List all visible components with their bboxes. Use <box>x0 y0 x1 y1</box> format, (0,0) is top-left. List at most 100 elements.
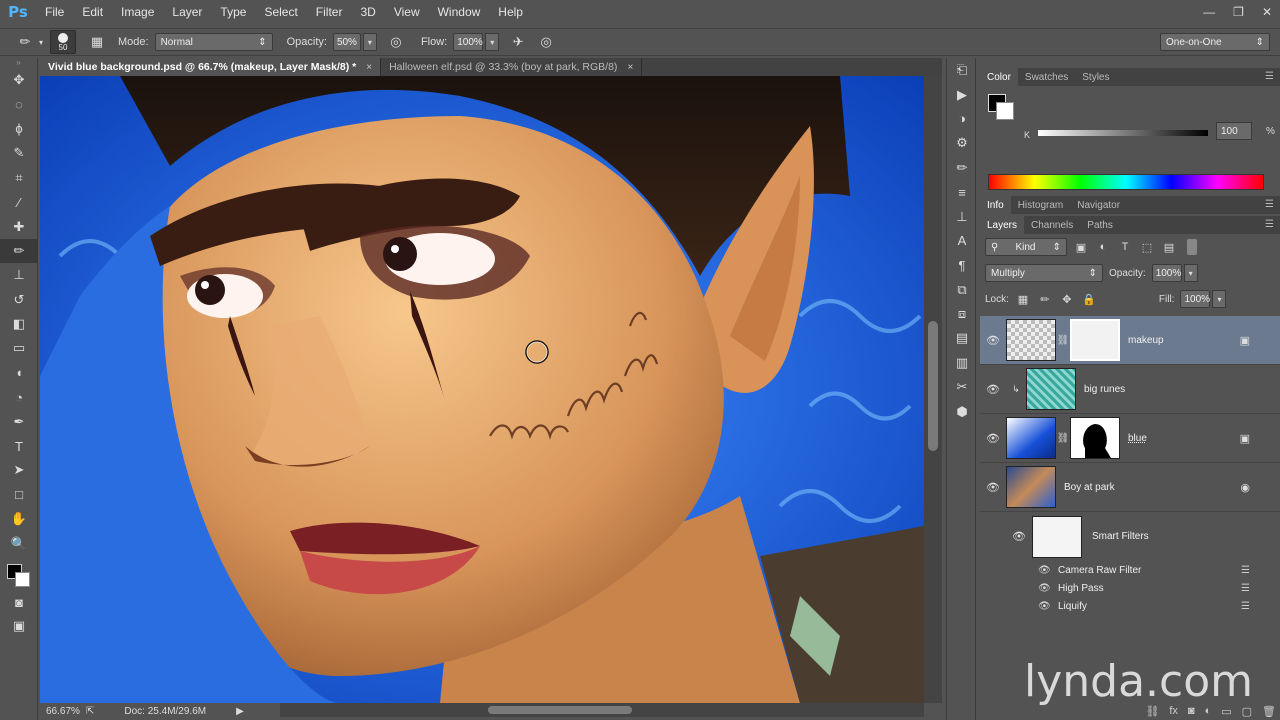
k-value-field[interactable]: 100 <box>1216 122 1252 140</box>
flow-field[interactable]: 100% <box>453 33 484 51</box>
link-chain-icon[interactable]: ⛓ <box>1056 433 1070 444</box>
panel-menu-icon[interactable]: ☰ <box>1265 219 1274 230</box>
lock-all-icon[interactable]: 🔒 <box>1081 291 1097 307</box>
document-canvas[interactable] <box>40 76 924 703</box>
paragraph-styles-icon[interactable]: ⧈ <box>947 302 977 326</box>
pressure-opacity-icon[interactable]: ◎ <box>385 31 407 53</box>
minimize-button[interactable]: — <box>1203 5 1215 19</box>
type-tool-icon[interactable]: T <box>0 434 38 458</box>
status-menu-arrow-icon[interactable]: ▶ <box>236 706 244 717</box>
blend-mode-select[interactable]: Multiply ⇕ <box>985 264 1103 282</box>
filter-smart-object-icon[interactable]: ▤ <box>1161 239 1177 255</box>
chevron-down-icon[interactable]: ▾ <box>36 31 46 53</box>
tab-channels[interactable]: Channels <box>1024 216 1080 234</box>
hand-tool-icon[interactable]: ✋ <box>0 507 38 531</box>
filter-row-high-pass[interactable]: 👁 High Pass ☰ <box>980 579 1280 597</box>
visibility-eye-icon[interactable]: 👁 <box>1006 530 1032 543</box>
layer-row-blue[interactable]: 👁 ⛓ blue ▣ <box>980 414 1280 463</box>
lock-position-icon[interactable]: ✥ <box>1059 291 1075 307</box>
lock-image-icon[interactable]: ✏ <box>1037 291 1053 307</box>
filter-name[interactable]: High Pass <box>1058 583 1104 594</box>
layer-thumbnail[interactable] <box>1026 368 1076 410</box>
visibility-eye-icon[interactable]: 👁 <box>1038 565 1058 576</box>
menu-image[interactable]: Image <box>112 0 163 24</box>
healing-brush-tool-icon[interactable]: ✚ <box>0 214 38 238</box>
fill-dropdown-button[interactable]: ▾ <box>1212 290 1227 308</box>
menu-3d[interactable]: 3D <box>351 0 384 24</box>
menu-type[interactable]: Type <box>211 0 255 24</box>
layer-row-makeup[interactable]: 👁 ⛓ makeup ▣ <box>980 316 1280 365</box>
3d-icon[interactable]: ⬢ <box>947 399 977 423</box>
close-window-button[interactable]: ✕ <box>1262 5 1272 19</box>
layer-mask-thumbnail[interactable] <box>1070 319 1120 361</box>
tool-presets-icon[interactable]: ✏ <box>947 156 977 180</box>
tab-styles[interactable]: Styles <box>1075 68 1116 86</box>
layer-comps-icon[interactable]: ▤ <box>947 326 977 350</box>
color-background-swatch[interactable] <box>996 102 1014 120</box>
clone-source-icon[interactable]: ⊥ <box>947 204 977 228</box>
properties-icon[interactable]: ⚙ <box>947 131 977 155</box>
layer-name[interactable]: makeup <box>1128 335 1164 346</box>
workspace-select[interactable]: One-on-One ⇕ <box>1160 33 1270 51</box>
brush-tool-icon[interactable]: ✏ <box>0 238 38 264</box>
pen-tool-icon[interactable]: ✒ <box>0 409 38 433</box>
vertical-scrollbar[interactable] <box>924 76 942 703</box>
quick-select-tool-icon[interactable]: ✎ <box>0 141 38 165</box>
visibility-eye-icon[interactable]: 👁 <box>1038 583 1058 594</box>
flow-dropdown-button[interactable]: ▾ <box>485 33 500 51</box>
menu-help[interactable]: Help <box>489 0 532 24</box>
filter-name[interactable]: Camera Raw Filter <box>1058 565 1141 576</box>
toolbox-collapse-icon[interactable]: » <box>0 58 37 68</box>
layer-thumbnail[interactable] <box>1006 466 1056 508</box>
pressure-size-icon[interactable]: ◎ <box>535 31 557 53</box>
horizontal-scrollbar[interactable] <box>280 703 924 717</box>
eraser-tool-icon[interactable]: ◧ <box>0 312 38 336</box>
background-color-swatch[interactable] <box>15 571 30 587</box>
layer-row-boy-at-park[interactable]: 👁 Boy at park ◉ <box>980 463 1280 512</box>
menu-window[interactable]: Window <box>429 0 490 24</box>
visibility-eye-icon[interactable]: 👁 <box>980 432 1006 445</box>
filter-shape-icon[interactable]: ⬚ <box>1139 239 1155 255</box>
crop-tool-icon[interactable]: ⌗ <box>0 166 38 190</box>
visibility-eye-icon[interactable]: 👁 <box>1038 601 1058 612</box>
gradient-tool-icon[interactable]: ▭ <box>0 336 38 360</box>
filter-name[interactable]: Liquify <box>1058 601 1087 612</box>
notes-icon[interactable]: ▥ <box>947 351 977 375</box>
menu-filter[interactable]: Filter <box>307 0 352 24</box>
smart-filters-row[interactable]: 👁 Smart Filters <box>980 512 1280 561</box>
layer-mask-thumbnail[interactable] <box>1070 417 1120 459</box>
filter-options-icon[interactable]: ☰ <box>1241 601 1250 612</box>
menu-file[interactable]: File <box>36 0 73 24</box>
close-tab-icon[interactable]: × <box>627 62 633 73</box>
blur-tool-icon[interactable]: ◖ <box>0 361 38 385</box>
lock-transparent-icon[interactable]: ▦ <box>1015 291 1031 307</box>
filter-type-icon[interactable]: T <box>1117 239 1133 255</box>
menu-edit[interactable]: Edit <box>73 0 112 24</box>
vertical-scroll-thumb[interactable] <box>928 321 938 451</box>
tab-halloween-elf[interactable]: Halloween elf.psd @ 33.3% (boy at park, … <box>381 58 643 76</box>
tab-navigator[interactable]: Navigator <box>1070 196 1127 214</box>
export-icon[interactable]: ⇱ <box>86 706 94 717</box>
paragraph-icon[interactable]: ¶ <box>947 253 977 277</box>
menu-layer[interactable]: Layer <box>163 0 211 24</box>
layer-opacity-field[interactable]: 100% <box>1151 264 1182 282</box>
filter-options-icon[interactable]: ☰ <box>1241 565 1250 576</box>
opacity-field[interactable]: 50% <box>332 33 361 51</box>
brush-size-picker[interactable]: 50 <box>50 30 76 54</box>
tab-histogram[interactable]: Histogram <box>1011 196 1071 214</box>
tab-paths[interactable]: Paths <box>1080 216 1120 234</box>
k-slider[interactable] <box>1038 130 1208 136</box>
restore-button[interactable]: ❐ <box>1233 5 1244 19</box>
smart-filter-mask-thumbnail[interactable] <box>1032 515 1082 558</box>
layer-thumbnail[interactable] <box>1006 417 1056 459</box>
move-tool-icon[interactable]: ✥ <box>0 68 38 92</box>
opacity-dropdown-button[interactable]: ▾ <box>362 33 377 51</box>
layer-name[interactable]: blue <box>1128 433 1147 444</box>
layer-opacity-dropdown-button[interactable]: ▾ <box>1183 264 1198 282</box>
filter-options-icon[interactable]: ☰ <box>1241 583 1250 594</box>
filter-row-camera-raw[interactable]: 👁 Camera Raw Filter ☰ <box>980 561 1280 579</box>
layer-thumbnail[interactable] <box>1006 319 1056 361</box>
link-chain-icon[interactable]: ⛓ <box>1056 335 1070 346</box>
actions-play-icon[interactable]: ▶ <box>947 82 977 106</box>
adjustments-icon[interactable]: ◑ <box>947 107 977 131</box>
